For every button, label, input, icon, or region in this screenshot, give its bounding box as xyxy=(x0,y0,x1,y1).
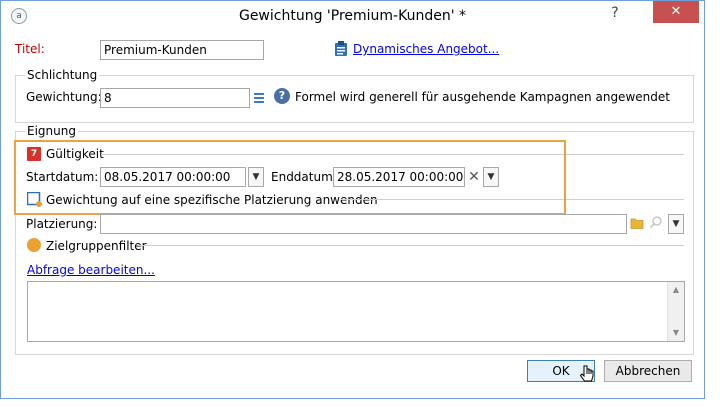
titel-label: Titel: xyxy=(15,42,45,56)
scroll-down-icon[interactable]: ▼ xyxy=(668,325,684,341)
formula-editor-icon[interactable] xyxy=(252,90,266,106)
platzierung-input[interactable] xyxy=(100,214,627,234)
query-textarea[interactable]: ▲ ▼ xyxy=(27,281,685,342)
scroll-up-icon[interactable]: ▲ xyxy=(668,282,684,298)
dynamic-offer-link[interactable]: Dynamisches Angebot... xyxy=(353,42,499,56)
dialog-window: a Gewichtung 'Premium-Kunden' * ? ✕ Tite… xyxy=(0,0,705,399)
zielgruppenfilter-separator xyxy=(138,245,684,246)
gewichtung-input[interactable]: 8 xyxy=(100,88,250,108)
mouse-cursor-icon xyxy=(579,365,594,382)
search-icon[interactable] xyxy=(649,215,663,229)
target-filter-icon xyxy=(27,238,41,252)
query-scrollbar[interactable]: ▲ ▼ xyxy=(667,282,684,341)
clipboard-icon xyxy=(335,41,347,56)
edit-query-link[interactable]: Abfrage bearbeiten... xyxy=(27,263,155,277)
help-button[interactable]: ? xyxy=(597,1,633,25)
gewichtung-label: Gewichtung: xyxy=(26,90,102,104)
titel-input[interactable]: Premium-Kunden xyxy=(100,40,264,60)
platzierung-label: Platzierung: xyxy=(26,217,98,231)
title-bar[interactable]: a Gewichtung 'Premium-Kunden' * ? ✕ xyxy=(1,1,704,32)
cancel-button[interactable]: Abbrechen xyxy=(604,360,692,382)
close-button[interactable]: ✕ xyxy=(653,1,699,23)
gewichtung-hint: Formel wird generell für ausgehende Kamp… xyxy=(295,90,670,104)
platzierung-dropdown[interactable]: ▼ xyxy=(668,214,684,234)
help-hint-icon: ? xyxy=(274,88,290,104)
highlight-box xyxy=(14,140,566,215)
eignung-title: Eignung xyxy=(25,124,78,138)
zielgruppenfilter-label: Zielgruppenfilter xyxy=(46,239,147,253)
schlichtung-title: Schlichtung xyxy=(25,68,100,82)
folder-icon[interactable] xyxy=(630,216,644,230)
